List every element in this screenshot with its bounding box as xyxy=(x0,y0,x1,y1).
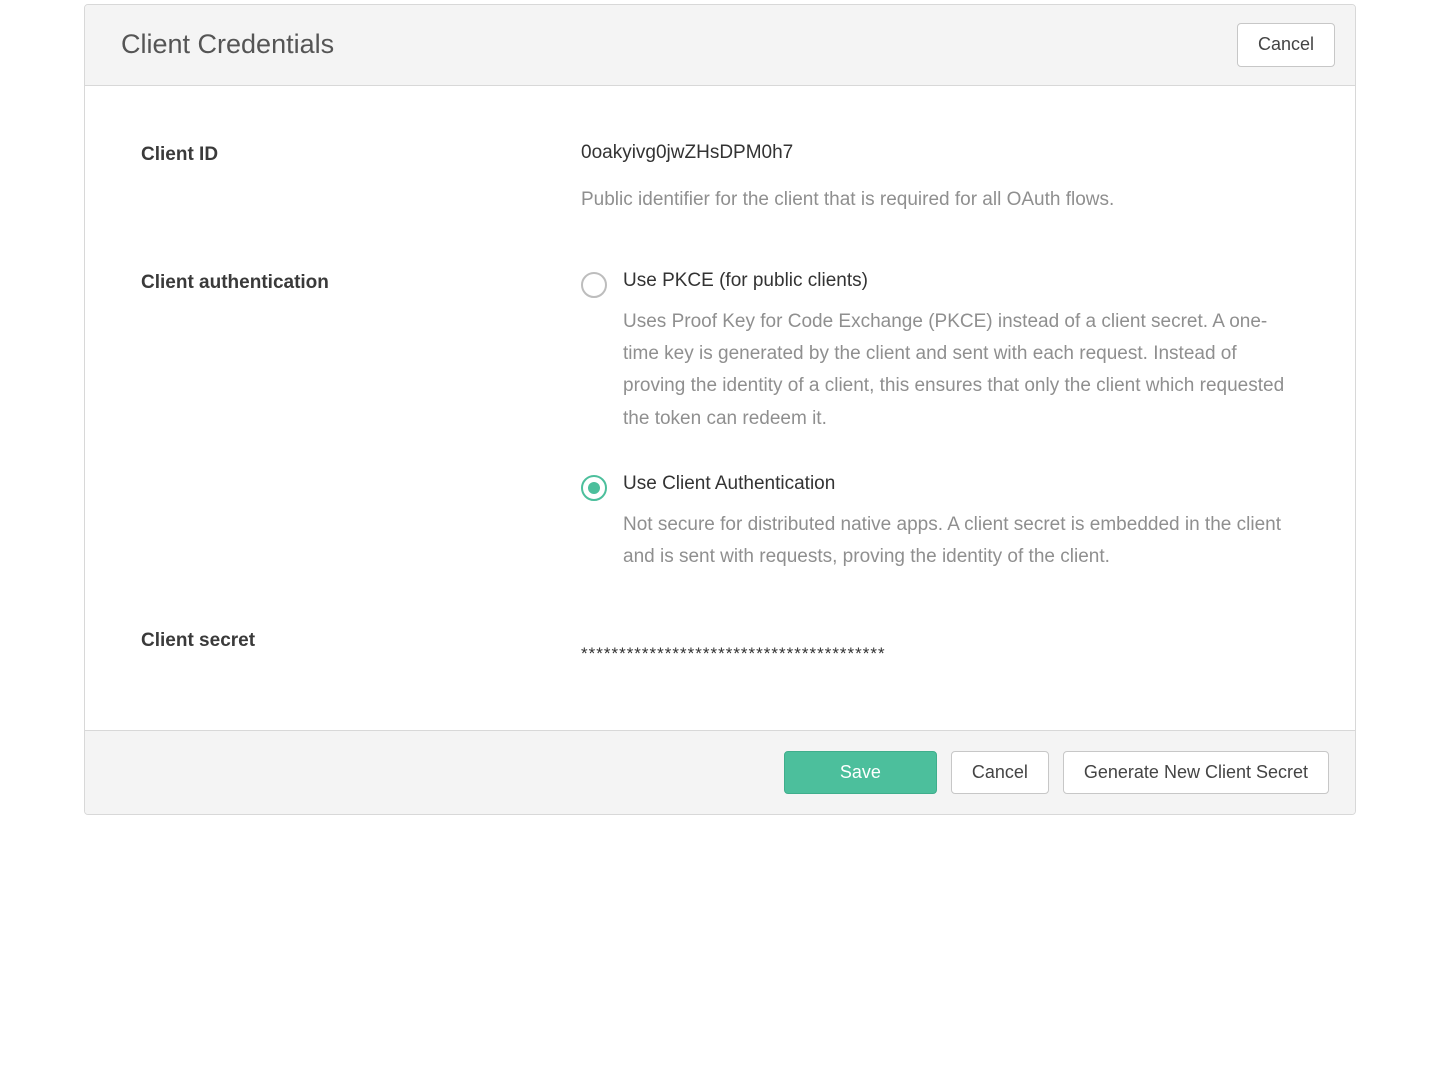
radio-icon[interactable] xyxy=(581,475,607,501)
radio-label-pkce[interactable]: Use PKCE (for public clients) xyxy=(623,270,1299,292)
client-auth-label: Client authentication xyxy=(141,270,581,294)
client-secret-label: Client secret xyxy=(141,628,581,652)
client-auth-options: Use PKCE (for public clients) Uses Proof… xyxy=(581,270,1299,574)
client-auth-row: Client authentication Use PKCE (for publ… xyxy=(141,270,1299,574)
panel-footer: Save Cancel Generate New Client Secret xyxy=(85,730,1355,815)
header-cancel-button[interactable]: Cancel xyxy=(1237,23,1335,67)
client-secret-masked: **************************************** xyxy=(581,628,1299,664)
client-id-value-group: 0oakyivg0jwZHsDPM0h7 Public identifier f… xyxy=(581,142,1299,216)
save-button[interactable]: Save xyxy=(784,751,937,795)
radio-icon[interactable] xyxy=(581,272,607,298)
client-id-value: 0oakyivg0jwZHsDPM0h7 xyxy=(581,142,1299,164)
radio-option-client-auth[interactable]: Use Client Authentication Not secure for… xyxy=(581,473,1299,574)
radio-option-pkce[interactable]: Use PKCE (for public clients) Uses Proof… xyxy=(581,270,1299,435)
client-id-help: Public identifier for the client that is… xyxy=(581,184,1299,216)
client-secret-row: Client secret **************************… xyxy=(141,628,1299,664)
panel-header: Client Credentials Cancel xyxy=(85,5,1355,86)
footer-cancel-button[interactable]: Cancel xyxy=(951,751,1049,795)
client-secret-value-group: **************************************** xyxy=(581,628,1299,664)
radio-label-client-auth[interactable]: Use Client Authentication xyxy=(623,473,1299,495)
client-credentials-panel: Client Credentials Cancel Client ID 0oak… xyxy=(84,4,1356,815)
panel-body: Client ID 0oakyivg0jwZHsDPM0h7 Public id… xyxy=(85,86,1355,730)
radio-desc-pkce: Uses Proof Key for Code Exchange (PKCE) … xyxy=(623,306,1299,435)
panel-title: Client Credentials xyxy=(121,29,334,60)
radio-desc-client-auth: Not secure for distributed native apps. … xyxy=(623,509,1299,574)
client-id-row: Client ID 0oakyivg0jwZHsDPM0h7 Public id… xyxy=(141,142,1299,216)
client-id-label: Client ID xyxy=(141,142,581,166)
generate-secret-button[interactable]: Generate New Client Secret xyxy=(1063,751,1329,795)
